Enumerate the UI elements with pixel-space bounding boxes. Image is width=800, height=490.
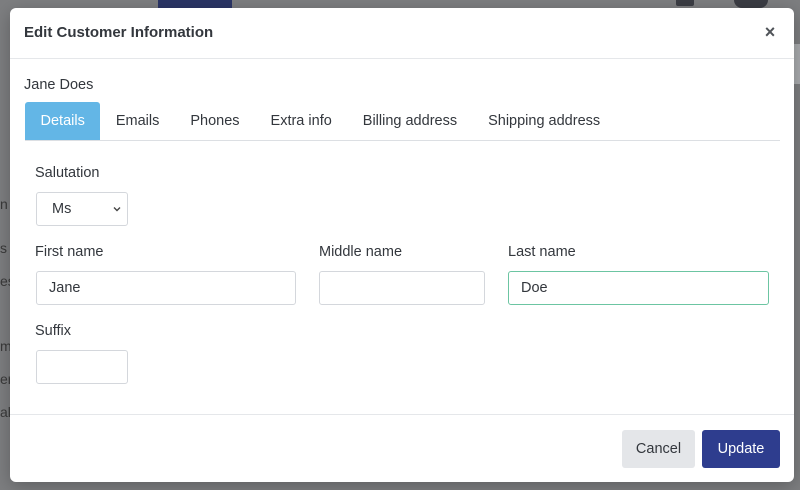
middle-name-input[interactable]	[319, 271, 485, 305]
salutation-select[interactable]: Ms	[36, 192, 128, 226]
customer-name: Jane Does	[24, 77, 94, 93]
middle-name-label: Middle name	[319, 244, 403, 260]
background-text-fragment: s	[0, 240, 7, 256]
background-text-fragment: n	[0, 196, 8, 212]
cancel-button[interactable]: Cancel	[622, 430, 695, 468]
first-name-input[interactable]: Jane	[36, 271, 296, 305]
tab-bar: Details Emails Phones Extra info Billing…	[25, 102, 780, 141]
suffix-label: Suffix	[35, 323, 72, 339]
tab-phones[interactable]: Phones	[175, 102, 255, 140]
background-icon	[676, 0, 694, 6]
suffix-input[interactable]	[36, 350, 128, 384]
update-button[interactable]: Update	[702, 430, 780, 468]
salutation-value: Ms	[52, 201, 72, 217]
tab-shipping-address[interactable]: Shipping address	[473, 102, 616, 140]
modal-header: Edit Customer Information ×	[10, 8, 794, 59]
background-badge	[734, 0, 768, 8]
tab-billing-address[interactable]: Billing address	[347, 102, 472, 140]
tab-details[interactable]: Details	[25, 102, 101, 140]
tab-extra-info[interactable]: Extra info	[255, 102, 347, 140]
last-name-label: Last name	[508, 244, 576, 260]
modal-title: Edit Customer Information	[24, 24, 214, 41]
background-nav-block	[158, 0, 232, 8]
salutation-label: Salutation	[35, 165, 100, 181]
modal-footer: Cancel Update	[10, 414, 794, 482]
last-name-input[interactable]: Doe	[508, 271, 769, 305]
chevron-down-icon	[113, 207, 121, 212]
first-name-label: First name	[35, 244, 104, 260]
tab-emails[interactable]: Emails	[100, 102, 175, 140]
close-icon[interactable]: ×	[760, 20, 780, 44]
edit-customer-modal: Edit Customer Information × Jane Does De…	[10, 8, 794, 482]
